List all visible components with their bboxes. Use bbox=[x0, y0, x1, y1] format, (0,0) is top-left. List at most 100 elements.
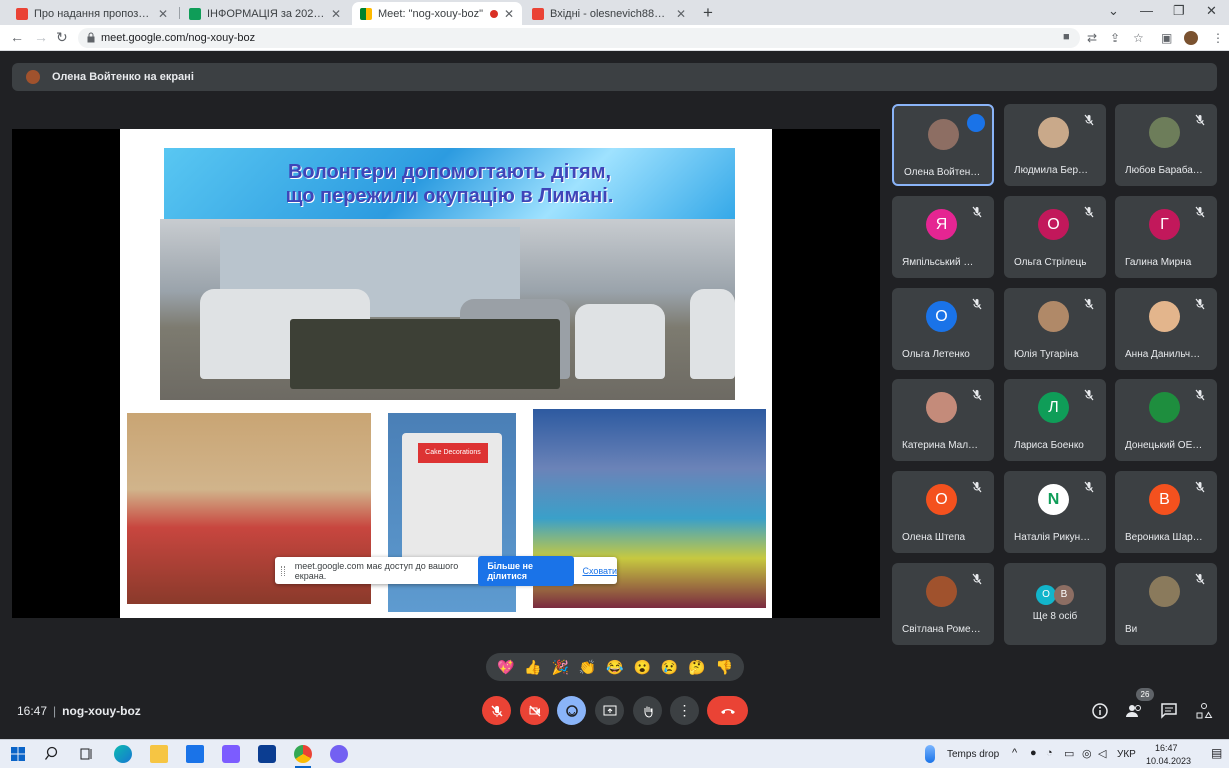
close-icon[interactable]: ✕ bbox=[158, 7, 168, 21]
participant-tile[interactable]: Людмила Бер… bbox=[1004, 104, 1106, 186]
reload-button[interactable]: ↻ bbox=[56, 29, 68, 46]
url-text[interactable]: meet.google.com/nog-xouy-boz bbox=[101, 32, 255, 44]
participant-avatar bbox=[1149, 301, 1180, 332]
system-time[interactable]: 16:47 bbox=[1155, 743, 1178, 753]
mic-muted-icon bbox=[972, 573, 982, 585]
reaction-party[interactable]: 🎉 bbox=[552, 659, 569, 676]
participant-tile[interactable]: Г Галина Мирна bbox=[1115, 196, 1217, 278]
mic-toggle-button[interactable] bbox=[482, 696, 511, 725]
new-tab-button[interactable]: + bbox=[703, 3, 713, 23]
participant-tile[interactable]: В Вероника Шар… bbox=[1115, 471, 1217, 553]
viber-icon[interactable] bbox=[330, 745, 348, 763]
participant-tile[interactable]: Світлана Роме… bbox=[892, 563, 994, 645]
file-explorer-icon[interactable] bbox=[150, 745, 168, 763]
present-screen-button[interactable] bbox=[595, 696, 624, 725]
close-icon[interactable]: ✕ bbox=[504, 7, 514, 21]
translate-icon[interactable]: ⇄ bbox=[1087, 31, 1097, 45]
reaction-thumbs-up[interactable]: 👍 bbox=[524, 659, 541, 676]
language-indicator[interactable]: УКР bbox=[1117, 749, 1136, 760]
search-icon[interactable] bbox=[44, 745, 62, 763]
participant-tile[interactable]: Олена Войтен… bbox=[892, 104, 994, 186]
side-panel-icon[interactable]: ▣ bbox=[1161, 31, 1172, 45]
participant-tile[interactable]: Ви bbox=[1115, 563, 1217, 645]
close-icon[interactable]: ✕ bbox=[331, 7, 341, 21]
forward-button[interactable]: → bbox=[34, 29, 48, 45]
chat-icon[interactable] bbox=[1160, 702, 1178, 720]
participant-avatar bbox=[926, 576, 957, 607]
participant-tile[interactable]: N Наталія Рикун… bbox=[1004, 471, 1106, 553]
share-icon[interactable]: ⇪ bbox=[1110, 31, 1120, 45]
thermometer-icon[interactable] bbox=[925, 745, 935, 763]
menu-kebab-icon[interactable]: ⋮ bbox=[1212, 31, 1224, 45]
app-p-icon[interactable] bbox=[222, 745, 240, 763]
profile-avatar[interactable] bbox=[1184, 31, 1198, 45]
effects-button[interactable] bbox=[557, 696, 586, 725]
participant-tile[interactable]: Юлія Тугаріна bbox=[1004, 288, 1106, 370]
participant-tile[interactable]: Л Лариса Боенко bbox=[1004, 379, 1106, 461]
camera-toggle-button[interactable] bbox=[520, 696, 549, 725]
close-window-button[interactable]: ✕ bbox=[1206, 3, 1217, 19]
participant-tile[interactable]: Донецький ОЕ… bbox=[1115, 379, 1217, 461]
network-tray-icon[interactable]: ◎ bbox=[1082, 747, 1092, 760]
address-bar[interactable]: meet.google.com/nog-xouy-boz ■ bbox=[78, 28, 1080, 48]
people-icon[interactable] bbox=[1125, 702, 1143, 720]
activities-icon[interactable] bbox=[1195, 702, 1213, 720]
notifications-icon[interactable]: ▤ bbox=[1211, 746, 1222, 760]
participant-avatar: Л bbox=[1038, 392, 1069, 423]
bookmark-star-icon[interactable]: ☆ bbox=[1133, 31, 1144, 45]
battery-tray-icon[interactable]: ▭ bbox=[1064, 747, 1074, 760]
reaction-surprised[interactable]: 😮 bbox=[634, 659, 651, 676]
participant-tile[interactable]: Любов Бараба… bbox=[1115, 104, 1217, 186]
windows-start-icon[interactable] bbox=[9, 745, 27, 763]
meeting-info: 16:47 | nog-xouy-boz bbox=[17, 704, 141, 718]
participant-tile[interactable]: Я Ямпільський … bbox=[892, 196, 994, 278]
tray-chevron-icon[interactable]: ^ bbox=[1012, 747, 1017, 759]
browser-tab-bar: Про надання пропозицій 10.04 ✕ ІНФОРМАЦІ… bbox=[0, 0, 1229, 25]
minimize-button[interactable]: — bbox=[1140, 3, 1153, 18]
reaction-laugh[interactable]: 😂 bbox=[606, 659, 623, 676]
info-icon[interactable] bbox=[1091, 702, 1109, 720]
mic-muted-icon bbox=[1084, 298, 1094, 310]
tab-gmail-proposals[interactable]: Про надання пропозицій 10.04 ✕ bbox=[8, 2, 176, 25]
tab-title: Вхідні - olesnevich88a@gmail.co bbox=[550, 7, 670, 20]
security-shield-icon[interactable] bbox=[258, 745, 276, 763]
reaction-sad[interactable]: 😢 bbox=[661, 659, 678, 676]
participant-tile[interactable]: О В Ще 8 осіб bbox=[1004, 563, 1106, 645]
participant-tile[interactable]: Катерина Мал… bbox=[892, 379, 994, 461]
mail-icon[interactable] bbox=[186, 745, 204, 763]
more-options-button[interactable]: ⋮ bbox=[670, 696, 699, 725]
chrome-icon[interactable] bbox=[294, 745, 312, 763]
volume-tray-icon[interactable]: ◁ bbox=[1098, 747, 1106, 760]
task-view-icon[interactable] bbox=[78, 745, 96, 763]
mic-tray-icon[interactable]: ● bbox=[1030, 747, 1037, 759]
drag-handle-icon[interactable] bbox=[281, 565, 285, 576]
reaction-heart[interactable]: 💖 bbox=[497, 659, 514, 676]
camera-in-use-icon[interactable]: ■ bbox=[1063, 31, 1070, 43]
reaction-thumbs-down[interactable]: 👎 bbox=[716, 659, 733, 676]
raise-hand-button[interactable] bbox=[633, 696, 662, 725]
wifi-tray-icon[interactable]: ◔ bbox=[1046, 747, 1053, 759]
tab-sheets-info[interactable]: ІНФОРМАЦІЯ за 2023 - Google ✕ bbox=[181, 2, 349, 25]
stop-sharing-button[interactable]: Більше не ділитися bbox=[478, 555, 575, 586]
participant-tile[interactable]: Анна Данильч… bbox=[1115, 288, 1217, 370]
system-date[interactable]: 10.04.2023 bbox=[1146, 756, 1191, 766]
tab-search-icon[interactable]: ⌄ bbox=[1108, 3, 1119, 19]
hide-link[interactable]: Сховати bbox=[582, 566, 617, 576]
weather-text[interactable]: Temps drop bbox=[947, 749, 999, 760]
tab-gmail-inbox[interactable]: Вхідні - olesnevich88a@gmail.co ✕ bbox=[524, 2, 694, 25]
edge-icon[interactable] bbox=[114, 745, 132, 763]
lock-icon[interactable] bbox=[87, 32, 95, 43]
restore-button[interactable]: ❐ bbox=[1173, 3, 1185, 19]
participant-tile[interactable]: О Ольга Летенко bbox=[892, 288, 994, 370]
mic-muted-icon bbox=[1195, 114, 1205, 126]
close-icon[interactable]: ✕ bbox=[676, 7, 686, 21]
card-label: Cake Decorations bbox=[418, 443, 488, 463]
participant-tile[interactable]: О Олена Штепа bbox=[892, 471, 994, 553]
back-button[interactable]: ← bbox=[10, 29, 24, 45]
participant-name: Вероника Шар… bbox=[1125, 532, 1203, 543]
reaction-clap[interactable]: 👏 bbox=[579, 659, 596, 676]
participant-tile[interactable]: О Ольга Стрілець bbox=[1004, 196, 1106, 278]
leave-call-button[interactable] bbox=[707, 696, 748, 725]
reaction-thinking[interactable]: 🤔 bbox=[688, 659, 705, 676]
tab-meet[interactable]: Meet: "nog-xouy-boz" ✕ bbox=[352, 2, 522, 25]
